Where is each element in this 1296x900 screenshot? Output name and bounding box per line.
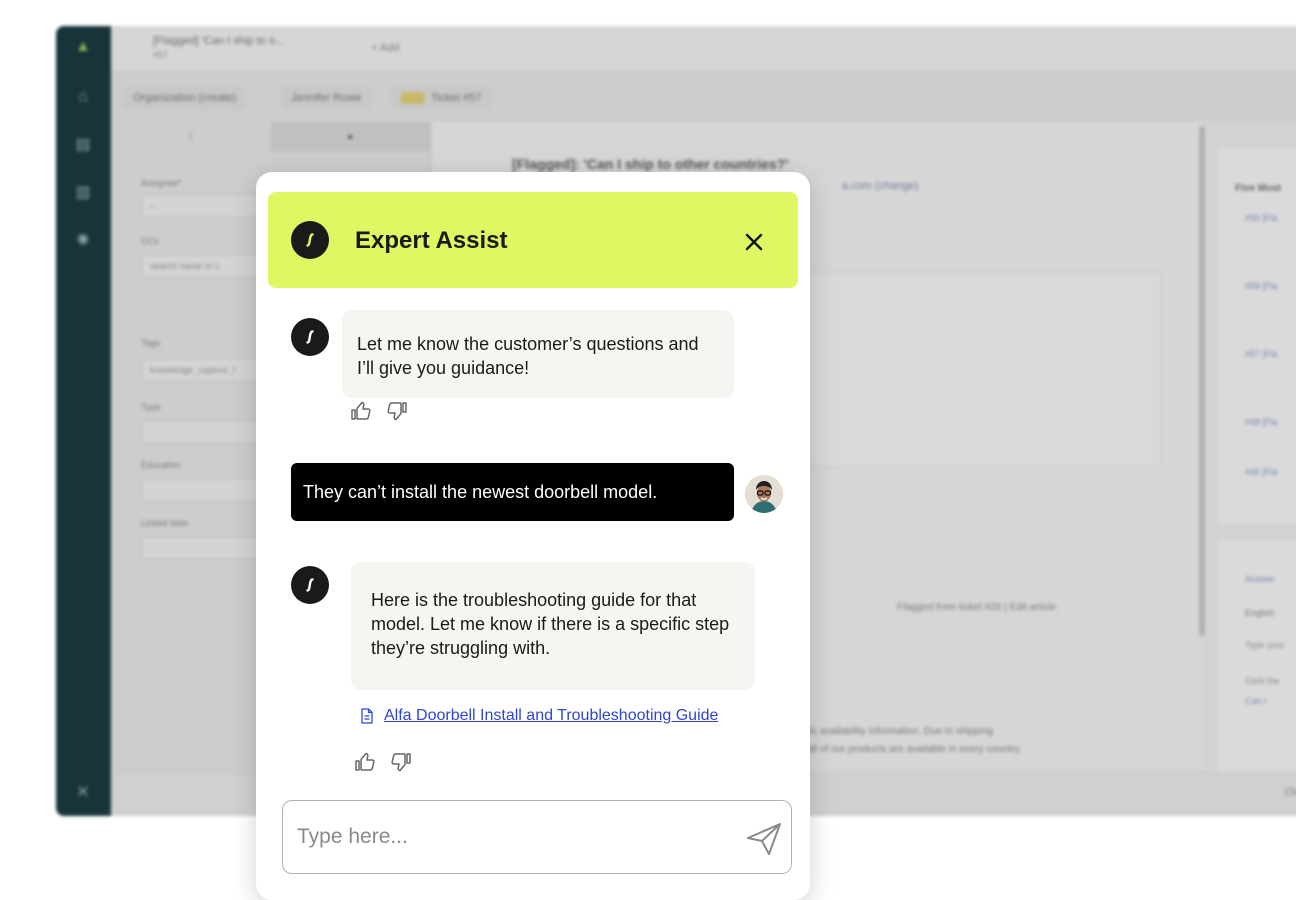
nav-rail: ▲ ⌂ ▤ ▥ ✺ ✕ bbox=[56, 26, 111, 816]
article-line-1: fic availability information. Due to shi… bbox=[807, 726, 994, 737]
message-input[interactable] bbox=[297, 821, 727, 853]
settings-icon[interactable]: ✺ bbox=[74, 232, 92, 250]
bot-message: Here is the troubleshooting guide for th… bbox=[351, 562, 755, 690]
type-label: Type bbox=[141, 402, 161, 412]
related-link[interactable]: #48 [Fla bbox=[1217, 360, 1296, 428]
logo-icon: ▲ bbox=[75, 38, 91, 55]
knowledge-card: Answer English Type your Click the Can I bbox=[1216, 538, 1296, 778]
flag-note: Flagged from ticket #26 | Edit article bbox=[897, 602, 1057, 613]
ticket-tab-subtitle: #57 bbox=[153, 50, 169, 60]
ticket-tab[interactable]: [Flagged] 'Can I ship to o... #57 bbox=[125, 34, 335, 64]
thumbs-down-icon[interactable] bbox=[386, 400, 408, 422]
ticket-tab-title: [Flagged] 'Can I ship to o... bbox=[153, 35, 285, 47]
knowledge-language: English bbox=[1245, 608, 1275, 618]
related-link[interactable]: #58 [Fla bbox=[1217, 224, 1296, 292]
related-link[interactable]: #57 [Fla bbox=[1217, 292, 1296, 360]
source-link[interactable]: Alfa Doorbell Install and Troubleshootin… bbox=[360, 705, 718, 727]
assignee-label: Assignee* bbox=[141, 178, 182, 188]
apps-icon[interactable]: ✕ bbox=[74, 784, 92, 802]
avatar bbox=[745, 475, 783, 513]
assist-logo-icon bbox=[291, 221, 329, 259]
views-icon[interactable]: ▤ bbox=[74, 136, 92, 154]
breadcrumb: Organization (create) Jennifer Rowe Tick… bbox=[111, 72, 1296, 122]
send-icon[interactable] bbox=[745, 821, 783, 857]
close-button[interactable] bbox=[740, 228, 768, 256]
reports-icon[interactable]: ▥ bbox=[74, 184, 92, 202]
tab-details[interactable]: i bbox=[111, 122, 271, 152]
tab-bar: [Flagged] 'Can I ship to o... #57 + Add bbox=[111, 26, 1296, 72]
knowledge-hint: Click the bbox=[1245, 676, 1280, 686]
scrollbar[interactable] bbox=[1199, 126, 1205, 636]
close-tab-button[interactable]: Close bbox=[1284, 787, 1296, 798]
assist-avatar-icon bbox=[291, 318, 329, 356]
breadcrumb-organization[interactable]: Organization (create) bbox=[123, 86, 247, 110]
ccs-label: CCs bbox=[141, 236, 159, 246]
close-icon bbox=[745, 233, 763, 251]
reply-editor[interactable] bbox=[802, 272, 1162, 467]
assist-header: Expert Assist bbox=[268, 192, 798, 288]
linked-data-label: Linked data bbox=[141, 518, 188, 528]
related-title: Five Most bbox=[1235, 183, 1282, 194]
thumbs-up-icon[interactable] bbox=[350, 400, 372, 422]
user-message: They can’t install the newest doorbell m… bbox=[291, 463, 734, 521]
knowledge-result[interactable]: Can I bbox=[1217, 687, 1296, 707]
related-tickets-card: Five Most #56 [Fla #58 [Fla #57 [Fla #48… bbox=[1216, 146, 1296, 526]
status-badge bbox=[401, 92, 425, 105]
message-feedback bbox=[354, 751, 412, 773]
context-panel: Five Most #56 [Fla #58 [Fla #57 [Fla #48… bbox=[1216, 136, 1296, 816]
source-link-label[interactable]: Alfa Doorbell Install and Troubleshootin… bbox=[384, 705, 718, 727]
thumbs-down-icon[interactable] bbox=[390, 751, 412, 773]
related-link[interactable]: #46 [Fla bbox=[1217, 428, 1296, 478]
thumbs-up-icon[interactable] bbox=[354, 751, 376, 773]
knowledge-input[interactable]: Type your bbox=[1217, 619, 1296, 651]
tags-label: Tags bbox=[141, 338, 161, 348]
panel-tabs: i ● bbox=[111, 122, 430, 152]
message-composer bbox=[282, 800, 792, 874]
assist-title: Expert Assist bbox=[355, 227, 508, 254]
knowledge-answer[interactable]: Answer bbox=[1217, 539, 1296, 585]
assist-avatar-icon bbox=[291, 566, 329, 604]
ticket-requester: a.com (change) bbox=[842, 180, 919, 192]
tab-apps[interactable]: ● bbox=[270, 122, 430, 152]
education-label: Education bbox=[141, 460, 182, 470]
article-line-2: all of our products are available in eve… bbox=[807, 744, 1022, 755]
bot-message: Let me know the customer’s questions and… bbox=[342, 310, 734, 398]
message-feedback bbox=[350, 400, 408, 422]
document-icon bbox=[361, 708, 373, 724]
home-icon[interactable]: ⌂ bbox=[74, 88, 92, 106]
related-link[interactable]: #56 [Fla bbox=[1217, 194, 1296, 224]
ticket-title: [Flagged]: 'Can I ship to other countrie… bbox=[512, 156, 789, 172]
add-tab-button[interactable]: + Add bbox=[371, 42, 399, 54]
breadcrumb-ticket-label: Ticket #57 bbox=[431, 92, 482, 104]
breadcrumb-requester[interactable]: Jennifer Rowe bbox=[281, 86, 372, 110]
breadcrumb-ticket[interactable]: Ticket #57 bbox=[391, 86, 492, 110]
expert-assist-panel: Expert Assist Let me know the customer’s… bbox=[256, 172, 810, 900]
